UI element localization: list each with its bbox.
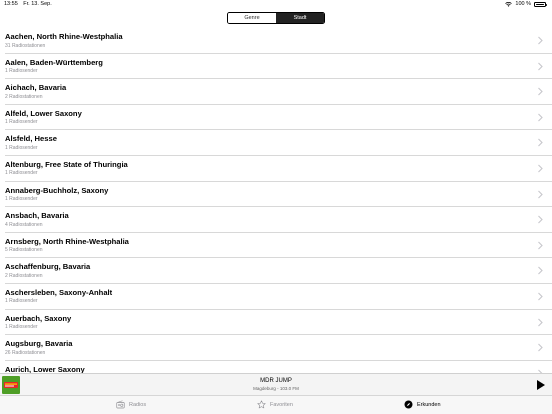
city-title: Aachen, North Rhine-Westphalia: [5, 32, 123, 41]
city-title: Aschaffenburg, Bavaria: [5, 262, 91, 272]
radio-icon: [116, 400, 125, 409]
city-title: Alsfeld, Hesse: [5, 134, 57, 144]
city-title: Aalen, Baden-Württemberg: [5, 57, 103, 67]
chevron-right-icon: [538, 241, 543, 250]
chevron-right-icon: [538, 343, 543, 352]
city-station-count: 26 Radiostationen: [5, 349, 46, 356]
city-station-count: 2 Radiostationen: [5, 272, 43, 279]
list-item[interactable]: Auerbach, Saxony 1 Radiosender: [5, 310, 552, 336]
chevron-right-icon: [538, 113, 543, 122]
tab-favoriten[interactable]: Favoriten: [257, 400, 293, 409]
battery-percent: 100 %: [515, 1, 531, 7]
status-date: Fr. 13. Sep.: [23, 1, 52, 7]
city-station-count: 1 Radiosender: [5, 298, 38, 305]
chevron-right-icon: [538, 318, 543, 326]
mini-player[interactable]: MDR JUMP Magdeburg - 103.0 FM: [0, 373, 552, 395]
city-title: Aurich, Lower Saxony: [5, 364, 85, 373]
status-time: 13:55: [4, 1, 18, 7]
status-right: 100 %: [505, 0, 547, 9]
list-item[interactable]: Aschersleben, Saxony-Anhalt 1 Radiosender: [5, 284, 552, 310]
city-title: Annaberg-Buchholz, Saxony: [5, 185, 109, 195]
city-title: Ansbach, Bavaria: [5, 211, 69, 221]
city-title: Alfeld, Lower Saxony: [5, 108, 82, 118]
list-item[interactable]: Alsfeld, Hesse 1 Radiosender: [5, 130, 552, 156]
chevron-right-icon: [538, 36, 543, 45]
city-station-count: 1 Radiosender: [5, 196, 38, 203]
chevron-right-icon: [538, 266, 543, 275]
list-item[interactable]: Arnsberg, North Rhine-Westphalia 5 Radios…: [5, 233, 552, 259]
list-item[interactable]: Aurich, Lower Saxony: [5, 361, 552, 373]
city-station-count: 1 Radiosender: [5, 170, 38, 177]
city-station-count: 5 Radiostationen: [5, 247, 43, 254]
tab-erkunden-label: Erkunden: [417, 401, 441, 408]
chevron-right-icon: [538, 87, 543, 96]
list-item[interactable]: Annaberg-Buchholz, Saxony 1 Radiosender: [5, 182, 552, 208]
chevron-right-icon: [538, 190, 543, 198]
city-title: Aichach, Bavaria: [5, 83, 67, 93]
segment-stadt[interactable]: Stadt: [276, 13, 324, 23]
city-station-count: 31 Radiostationen: [5, 42, 46, 49]
city-station-count: 1 Radiosender: [5, 324, 38, 331]
tab-favoriten-label: Favoriten: [270, 401, 293, 408]
player-station-info: Magdeburg - 103.0 FM: [253, 386, 299, 391]
tab-radios[interactable]: Radios: [116, 400, 146, 409]
tab-radios-label: Radios: [129, 401, 147, 408]
play-icon[interactable]: [536, 379, 546, 391]
tab-erkunden[interactable]: Erkunden: [404, 400, 441, 409]
city-list: Aachen, North Rhine-Westphalia 31 Radiost…: [0, 28, 552, 373]
city-station-count: 2 Radiostationen: [5, 93, 43, 100]
list-item[interactable]: Augsburg, Bavaria 26 Radiostationen: [5, 335, 552, 361]
segment-genre[interactable]: Genre: [228, 13, 276, 23]
city-title: Arnsberg, North Rhine-Westphalia: [5, 236, 129, 246]
city-title: Aschersleben, Saxony-Anhalt: [5, 287, 113, 297]
wifi-icon: [505, 2, 513, 7]
list-item[interactable]: Ansbach, Bavaria 4 Radiostationen: [5, 207, 552, 233]
city-title: Auerbach, Saxony: [5, 313, 72, 323]
city-station-count: 1 Radiosender: [5, 144, 38, 151]
tab-bar: Radios Favoriten Erkunden: [0, 395, 552, 414]
list-item[interactable]: Altenburg, Free State of Thuringia 1 Radi…: [5, 156, 552, 182]
battery-icon: [534, 2, 547, 7]
chevron-right-icon: [538, 215, 543, 224]
status-left: 13:55 Fr. 13. Sep.: [4, 0, 56, 9]
list-item[interactable]: Aichach, Bavaria 2 Radiostationen: [5, 79, 552, 105]
chevron-right-icon: [538, 292, 543, 301]
list-item[interactable]: Aschaffenburg, Bavaria 2 Radiostationen: [5, 258, 552, 284]
status-bar: 13:55 Fr. 13. Sep. 100 %: [0, 0, 552, 9]
city-title: Augsburg, Bavaria: [5, 339, 73, 349]
chevron-right-icon: [538, 138, 543, 147]
star-icon: [257, 400, 266, 409]
city-title: Altenburg, Free State of Thuringia: [5, 159, 128, 169]
city-station-count: 1 Radiosender: [5, 119, 38, 126]
list-item[interactable]: Aachen, North Rhine-Westphalia 31 Radiost…: [5, 28, 552, 54]
player-station-name: MDR JUMP: [260, 378, 292, 384]
chevron-right-icon: [538, 62, 543, 70]
city-station-count: 4 Radiostationen: [5, 221, 43, 228]
list-item[interactable]: Aalen, Baden-Württemberg 1 Radiosender: [5, 54, 552, 80]
compass-icon: [404, 400, 413, 409]
list-item[interactable]: Alfeld, Lower Saxony 1 Radiosender: [5, 105, 552, 131]
city-station-count: 1 Radiosender: [5, 68, 38, 75]
segmented-control: Genre Stadt: [227, 12, 325, 24]
chevron-right-icon: [538, 164, 543, 173]
